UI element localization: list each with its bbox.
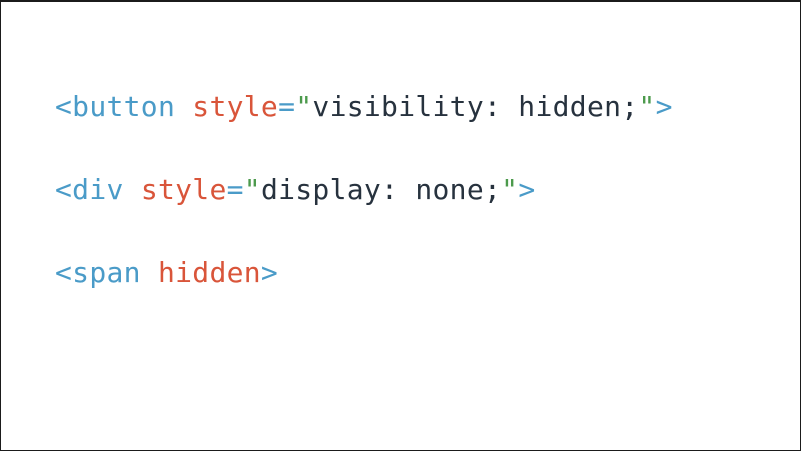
code-line-div: <div style="display: none;"> — [55, 173, 536, 207]
equals-sign: = — [226, 173, 244, 206]
tag-close: > — [518, 173, 536, 206]
tag-open-span: <span — [55, 256, 141, 289]
quote-open: " — [295, 90, 313, 123]
tag-close: > — [655, 90, 673, 123]
attr-hidden: hidden — [157, 256, 261, 289]
tag-close: > — [260, 256, 279, 289]
tag-open-div: <div — [55, 173, 124, 206]
quote-open: " — [243, 173, 261, 206]
style-value: visibility: hidden; — [312, 90, 639, 123]
code-line-span: <span hidden> — [55, 256, 278, 290]
code-slide: <button style="visibility: hidden;"> <di… — [0, 0, 801, 451]
quote-close: " — [638, 90, 656, 123]
tag-open-button: <button — [55, 90, 176, 123]
attr-style: style — [192, 90, 279, 123]
attr-style: style — [140, 173, 227, 206]
code-line-button: <button style="visibility: hidden;"> — [55, 90, 673, 124]
style-value: display: none; — [260, 173, 502, 206]
quote-close: " — [501, 173, 519, 206]
equals-sign: = — [278, 90, 296, 123]
